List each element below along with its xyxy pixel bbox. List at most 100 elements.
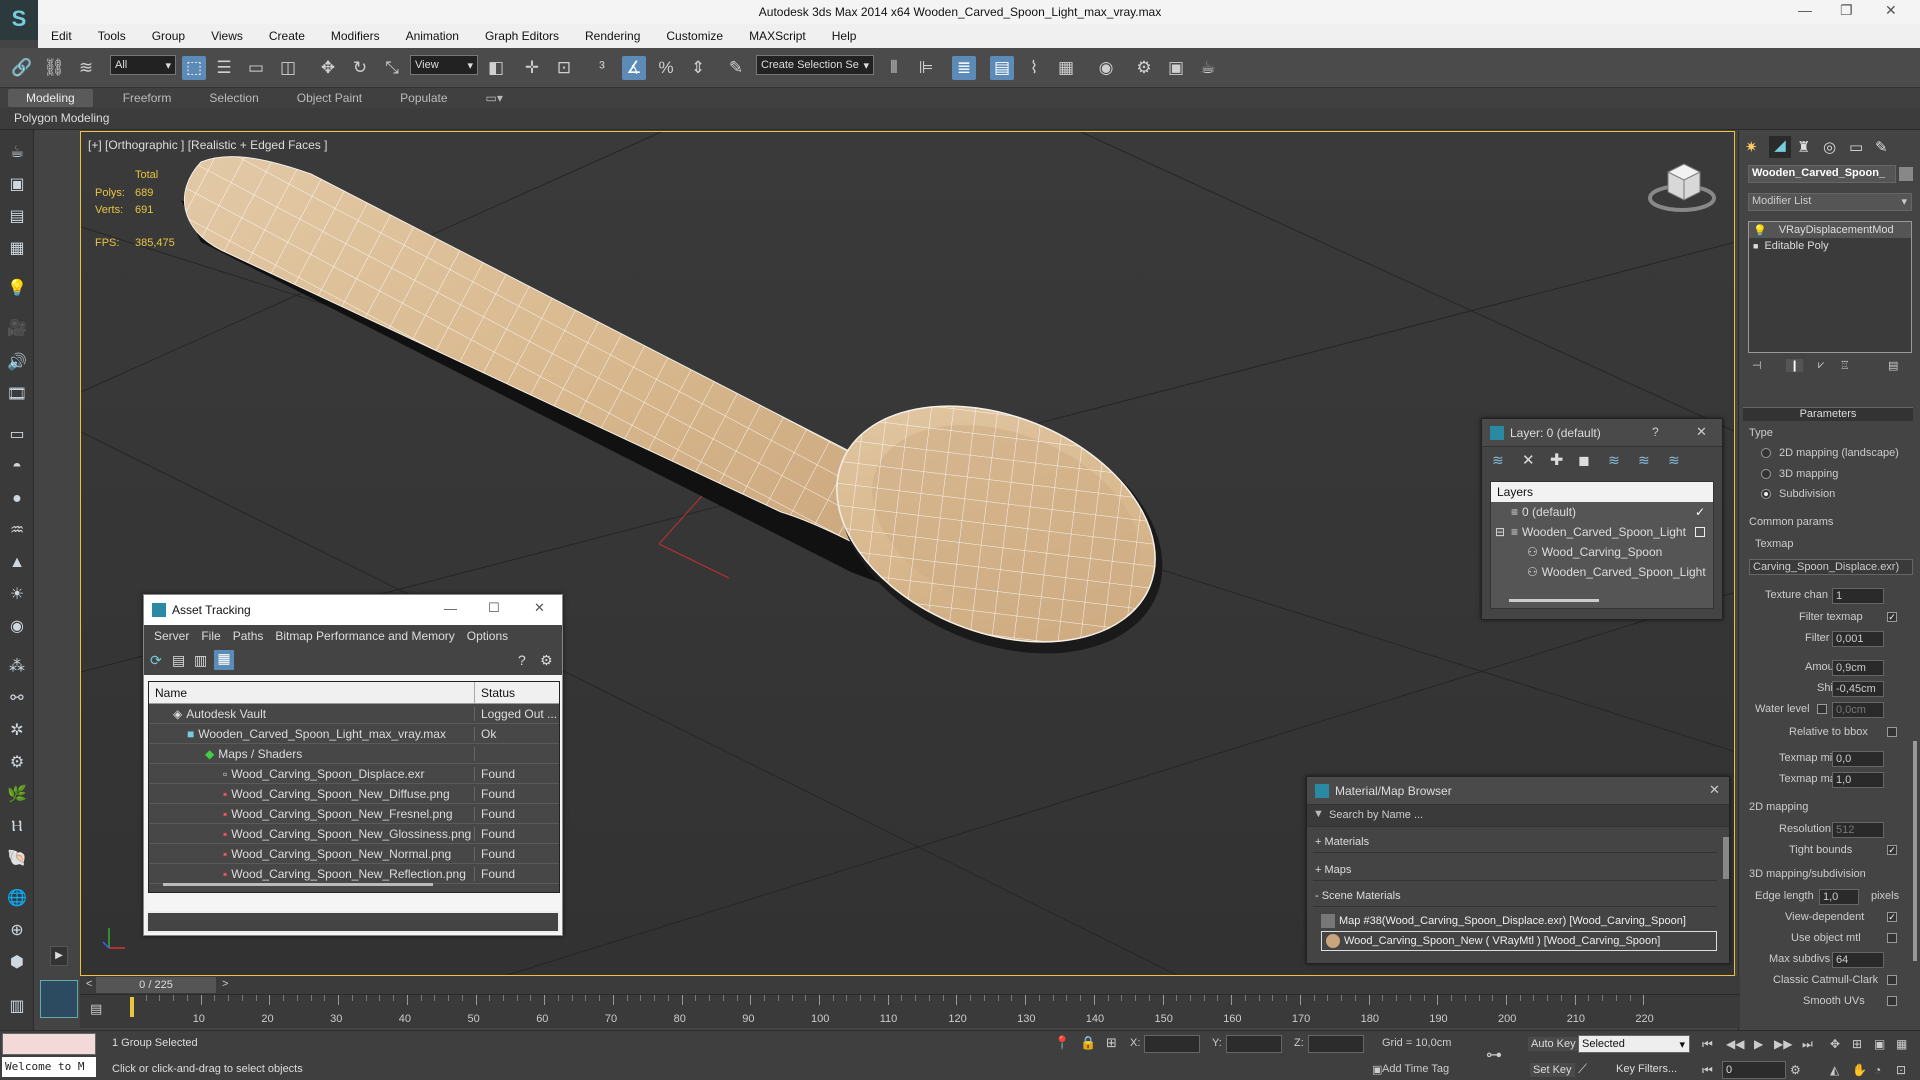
motion-tab-icon[interactable]: ◎ — [1823, 138, 1836, 156]
particles-icon[interactable]: ⁂ — [6, 656, 28, 678]
menu-views[interactable]: Views — [198, 29, 256, 43]
water-level-spinner[interactable]: 0,0cm — [1832, 702, 1884, 718]
zoom-all-icon[interactable]: ⊞ — [1852, 1037, 1862, 1051]
table-row[interactable]: ▪ Wood_Carving_Spoon_New_Normal.png Found — [149, 844, 559, 864]
table-view-icon[interactable]: ▦ — [214, 650, 234, 670]
refresh-icon[interactable]: ⟳ — [150, 652, 162, 669]
pan-icon[interactable]: ✋ — [1852, 1063, 1867, 1077]
modify-tab-icon[interactable]: ◢ — [1769, 136, 1791, 158]
table-row[interactable]: ■ Wooden_Carved_Spoon_Light_max_vray.max O… — [149, 724, 559, 744]
create-tab-icon[interactable]: ✷ — [1745, 138, 1758, 156]
spinner-snap-icon[interactable]: ⇕ — [686, 56, 710, 80]
asset-menu-server[interactable]: Server — [148, 629, 195, 643]
expand-arrow-icon[interactable]: ▶ — [50, 946, 68, 966]
restore-icon[interactable]: ❐ — [1840, 2, 1853, 19]
add-time-tag-button[interactable]: Add Time Tag — [1382, 1063, 1449, 1075]
table-row[interactable]: ▪ Wood_Carving_Spoon_New_Fresnel.png Found — [149, 804, 559, 824]
close-icon[interactable]: ✕ — [1709, 782, 1720, 798]
settings-icon[interactable]: ⚙ — [540, 652, 553, 669]
collapse-icon[interactable]: ⊟ — [1495, 525, 1505, 539]
relative-bbox-checkbox[interactable] — [1887, 727, 1897, 737]
zoom-icon[interactable]: ⊕ — [6, 920, 28, 942]
mirror-icon[interactable]: ⫴ — [882, 56, 906, 80]
link-icon[interactable]: 🔗 — [10, 56, 34, 80]
schematic-view-icon[interactable]: ▦ — [1054, 56, 1078, 80]
menu-edit[interactable]: Edit — [38, 29, 85, 43]
selection-lock-icon[interactable]: 🔒 — [1080, 1035, 1096, 1051]
move-icon[interactable]: ✥ — [316, 56, 340, 80]
absolute-mode-icon[interactable]: ⊞ — [1106, 1035, 1117, 1051]
x-coordinate-input[interactable] — [1144, 1035, 1200, 1053]
select-layer-icon[interactable]: ◼ — [1578, 452, 1590, 469]
current-frame-input[interactable]: 0 — [1722, 1061, 1786, 1079]
remove-modifier-icon[interactable]: ♖ — [1840, 359, 1850, 372]
film-icon[interactable]: 🎞 — [6, 384, 28, 406]
asset-path-field[interactable] — [146, 911, 560, 933]
menu-rendering[interactable]: Rendering — [572, 29, 653, 43]
radio-subdivision[interactable] — [1761, 489, 1771, 499]
add-to-layer-icon[interactable]: ✚ — [1550, 450, 1563, 470]
vertical-scrollbar[interactable] — [1723, 837, 1729, 879]
box-icon[interactable]: ▣ — [6, 174, 28, 196]
help-icon[interactable]: ? — [1652, 425, 1659, 439]
rect-selection-icon[interactable]: ▭ — [244, 56, 268, 80]
select-object-icon[interactable]: ⬚ — [182, 56, 206, 80]
close-icon[interactable]: ✕ — [534, 600, 545, 616]
curve-editor-icon[interactable]: ⌇ — [1022, 56, 1046, 80]
hair-icon[interactable]: ♒ — [6, 520, 28, 542]
percent-snap-icon[interactable]: % — [654, 56, 678, 80]
rotate-icon[interactable]: ↻ — [348, 56, 372, 80]
radio-3d-mapping[interactable] — [1761, 469, 1771, 479]
current-layer-check-icon[interactable]: ✓ — [1695, 505, 1705, 519]
stack-item-vray-displacement[interactable]: 💡 VRayDisplacementMod — [1749, 222, 1911, 238]
previous-frame-icon[interactable]: ◀◀ — [1726, 1037, 1744, 1051]
texmap-max-spinner[interactable]: 1,0 — [1832, 772, 1884, 788]
configure-sets-icon[interactable]: ▤ — [1888, 359, 1898, 372]
maximize-viewport-icon[interactable]: ⊡ — [1896, 1063, 1906, 1077]
tab-populate[interactable]: Populate — [400, 91, 447, 105]
shell-icon[interactable]: 🐚 — [6, 848, 28, 870]
parameters-rollout[interactable]: Parameters — [1743, 407, 1913, 421]
layer-item-spoon-light[interactable]: ⊟ ≡ Wooden_Carved_Spoon_Light — [1491, 522, 1713, 542]
modifier-list-dropdown[interactable]: Modifier List ▾ — [1748, 193, 1912, 211]
menu-animation[interactable]: Animation — [393, 29, 472, 43]
close-icon[interactable]: ✕ — [1885, 2, 1897, 19]
menu-modifiers[interactable]: Modifiers — [318, 29, 393, 43]
minimize-icon[interactable]: — — [1798, 2, 1812, 18]
texmap-min-spinner[interactable]: 0,0 — [1832, 751, 1884, 767]
menu-graph-editors[interactable]: Graph Editors — [472, 29, 572, 43]
layer-manager-icon[interactable]: ≣ — [952, 56, 976, 80]
play-icon[interactable]: ▶ — [1754, 1037, 1763, 1051]
unlink-icon[interactable]: ⛓ — [42, 56, 66, 80]
object-color-swatch[interactable] — [1899, 167, 1913, 181]
plane-icon[interactable]: ▭ — [6, 424, 28, 446]
filter-texmap-checkbox[interactable]: ✓ — [1887, 612, 1897, 622]
track-bar[interactable]: ▤ 10 20 30 40 50 60 70 80 90 100 110 120 130 140 150 16… — [80, 994, 1740, 1028]
keyboard-shortcut-override-icon[interactable]: ⊡ — [552, 56, 576, 80]
viewcube-icon[interactable] — [1646, 152, 1718, 214]
angle-snap-icon[interactable]: ∡ — [622, 56, 646, 80]
edit-named-selection-icon[interactable]: ✎ — [724, 56, 748, 80]
time-configuration-icon[interactable]: ⚙ — [1790, 1063, 1801, 1077]
layer-item-default[interactable]: ≡ 0 (default) ✓ — [1491, 502, 1713, 522]
menu-tools[interactable]: Tools — [85, 29, 139, 43]
asset-menu-bitmap[interactable]: Bitmap Performance and Memory — [269, 629, 460, 643]
use-object-mtl-checkbox[interactable] — [1887, 933, 1897, 943]
sun-icon[interactable]: ☀ — [6, 584, 28, 606]
y-coordinate-input[interactable] — [1226, 1035, 1282, 1053]
orbit-icon[interactable]: ◔ — [1874, 1063, 1881, 1077]
freeze-all-icon[interactable]: ≋ — [1668, 452, 1680, 469]
grid-icon[interactable]: ▦ — [6, 238, 28, 260]
pivot-center-icon[interactable]: ◧ — [484, 56, 508, 80]
network-icon[interactable]: ✲ — [6, 720, 28, 742]
menu-group[interactable]: Group — [139, 29, 198, 43]
table-row[interactable]: ▫ Wood_Carving_Spoon_Displace.exr Found — [149, 764, 559, 784]
window-crossing-icon[interactable]: ◫ — [276, 56, 300, 80]
joint-icon[interactable]: ⚯ — [6, 688, 28, 710]
key-icon[interactable]: ⊶ — [1486, 1045, 1502, 1065]
table-row[interactable]: ▪ Wood_Carving_Spoon_New_Reflection.png Fo… — [149, 864, 559, 884]
polygon-modeling-label[interactable]: Polygon Modeling — [14, 111, 109, 125]
time-slider-thumb[interactable]: 0 / 225 — [96, 977, 216, 993]
disc-icon[interactable]: ◉ — [6, 616, 28, 638]
command-panel-scrollbar[interactable] — [1913, 741, 1917, 961]
